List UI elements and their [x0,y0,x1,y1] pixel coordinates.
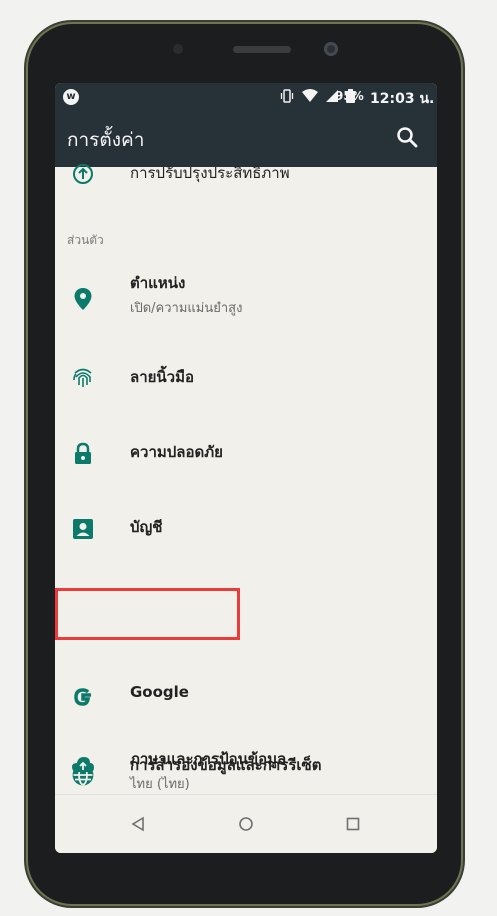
settings-item-label: ลายนิ้วมือ [130,368,194,386]
proximity-sensor [173,44,183,54]
settings-item-subtitle: เปิด/ความแม่นยำสูง [130,301,243,316]
lock-icon [69,440,97,468]
navigation-bar [55,794,437,853]
earpiece-speaker [233,46,291,53]
settings-item-fingerprint[interactable]: ลายนิ้วมือ [55,357,437,407]
screen: w 95% 12:03 น. การตั้งค่า การปรับปรุงประ… [55,83,437,853]
settings-list: การปรับปรุงประสิทธิภาพ ส่วนตัว ตำแหน่ง เ… [55,164,437,797]
location-pin-icon [69,285,97,313]
section-header-personal: ส่วนตัว [67,233,104,247]
status-bar: w 95% 12:03 น. [55,83,437,111]
app-bar: การตั้งค่า [55,111,437,167]
vibrate-icon [280,89,294,103]
settings-item-label: การปรับปรุงประสิทธิภาพ [130,164,290,182]
settings-item-security[interactable]: ความปลอดภัย [55,432,437,482]
settings-item-label: บัญชี [130,518,163,536]
google-icon [69,683,97,711]
settings-item-google[interactable]: Google [55,671,437,723]
settings-item-label: ตำแหน่ง [130,274,186,292]
page-title: การตั้งค่า [67,129,145,151]
settings-item-backup-reset[interactable]: การสำรองข้อมูลและการรีเซ็ต [55,745,437,789]
settings-item-label: ความปลอดภัย [130,443,223,461]
settings-item-label: การสำรองข้อมูลและการรีเซ็ต [130,756,322,774]
wifi-icon [302,89,318,102]
front-camera [324,42,338,56]
recents-icon[interactable] [342,813,364,835]
account-icon [69,515,97,543]
battery-percent: 95% [335,89,364,103]
settings-item-accounts[interactable]: บัญชี [55,507,437,557]
app-notification-icon: w [63,89,79,105]
settings-item-optimization[interactable]: การปรับปรุงประสิทธิภาพ [55,164,437,187]
cloud-upload-icon [69,751,97,779]
clock: 12:03 น. [370,91,435,107]
settings-item-location[interactable]: ตำแหน่ง เปิด/ความแม่นยำสูง [55,271,437,331]
arrow-up-icon [69,160,97,188]
settings-item-label: Google [130,683,189,701]
search-icon[interactable] [395,125,419,149]
fingerprint-icon [69,363,97,391]
highlight-annotation [55,588,240,640]
home-icon[interactable] [235,813,257,835]
back-icon[interactable] [127,813,149,835]
